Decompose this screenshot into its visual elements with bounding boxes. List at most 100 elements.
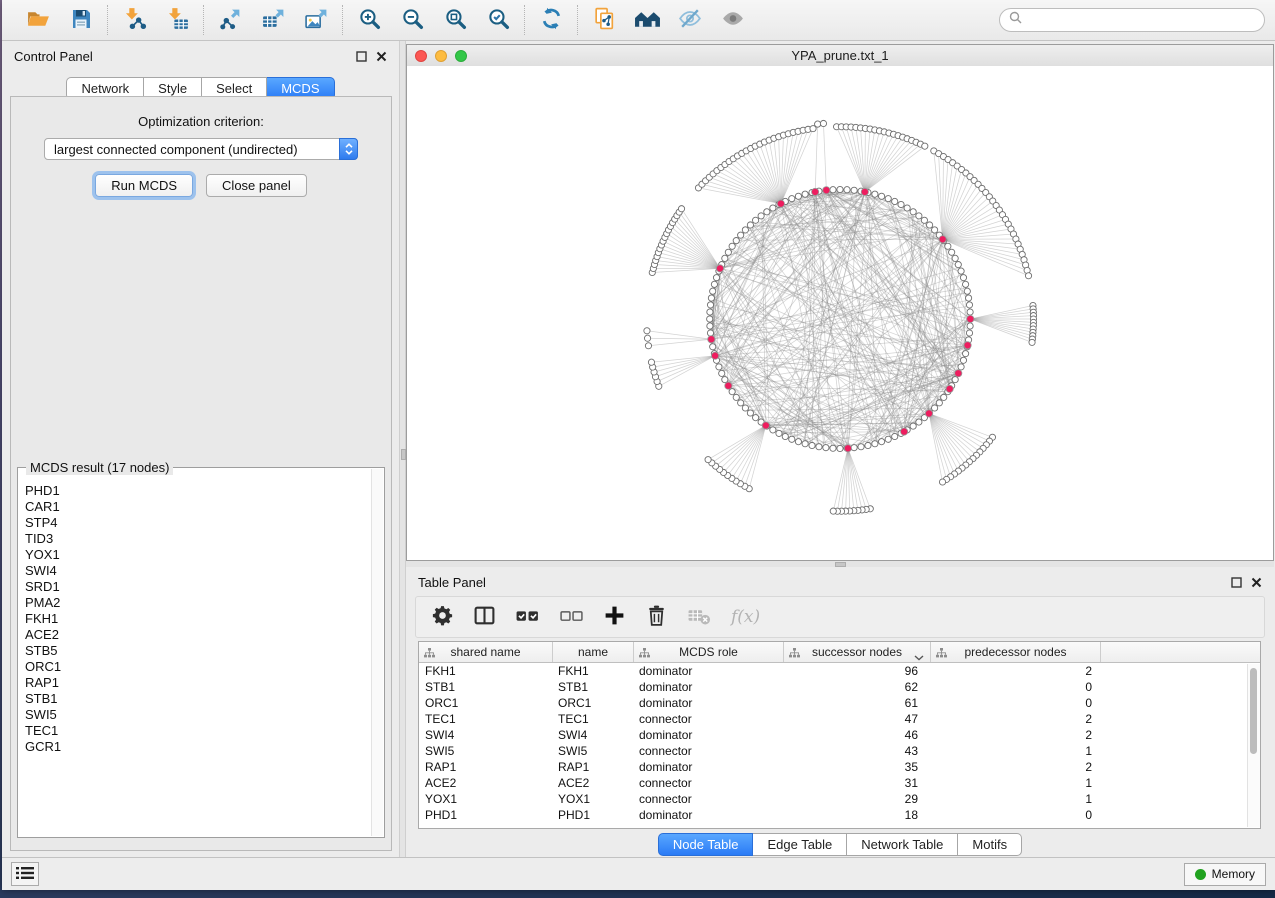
table-cell[interactable]: 2 [931,712,1101,726]
toggle-columns-button[interactable] [473,604,496,630]
mcds-list-scrollbar[interactable] [371,469,383,836]
dominator-node[interactable] [955,370,962,377]
table-cell[interactable]: SWI4 [553,728,634,742]
graph-node[interactable] [892,433,898,439]
mcds-result-item[interactable]: FKH1 [25,611,368,627]
float-table-panel-icon[interactable] [1231,577,1242,588]
table-cell[interactable]: 61 [784,696,931,710]
graph-node[interactable] [802,441,808,447]
table-row[interactable]: TEC1TEC1connector472 [419,711,1247,727]
graph-leaf-node[interactable] [1029,339,1035,345]
table-cell[interactable]: FKH1 [419,664,553,678]
table-cell[interactable]: 47 [784,712,931,726]
table-cell[interactable]: 18 [784,808,931,822]
table-cell[interactable]: SWI5 [419,744,553,758]
graph-node[interactable] [729,243,735,249]
mcds-result-item[interactable]: STB1 [25,691,368,707]
graph-node[interactable] [837,186,843,192]
graph-node[interactable] [916,419,922,425]
dominator-node[interactable] [725,382,732,389]
table-cell[interactable]: 2 [931,728,1101,742]
network-canvas[interactable] [407,66,1273,560]
graph-node[interactable] [711,281,717,287]
graph-node[interactable] [770,427,776,433]
tab-motifs[interactable]: Motifs [958,833,1022,856]
table-cell[interactable]: YOX1 [419,792,553,806]
graph-leaf-node[interactable] [815,121,821,127]
open-file-button[interactable] [23,5,53,35]
graph-node[interactable] [707,316,713,322]
table-row[interactable]: ORC1ORC1dominator610 [419,695,1247,711]
deselect-all-button[interactable] [559,604,584,630]
graph-node[interactable] [707,302,713,308]
table-cell[interactable]: PHD1 [553,808,634,822]
mcds-result-item[interactable]: SWI5 [25,707,368,723]
graph-leaf-node[interactable] [830,508,836,514]
close-window-button[interactable] [415,50,427,62]
first-neighbors-button[interactable] [632,5,662,35]
graph-node[interactable] [707,309,713,315]
table-cell[interactable]: dominator [634,808,784,822]
graph-node[interactable] [789,196,795,202]
graph-node[interactable] [904,205,910,211]
mcds-result-item[interactable]: YOX1 [25,547,368,563]
graph-node[interactable] [916,213,922,219]
graph-node[interactable] [844,187,850,193]
graph-leaf-node[interactable] [939,479,945,485]
select-all-button[interactable] [515,604,540,630]
graph-leaf-node[interactable] [922,143,928,149]
graph-node[interactable] [960,275,966,281]
graph-node[interactable] [733,238,739,244]
mcds-result-item[interactable]: RAP1 [25,675,368,691]
graph-node[interactable] [967,323,973,329]
graph-node[interactable] [752,217,758,223]
graph-node[interactable] [837,445,843,451]
zoom-selected-button[interactable] [483,5,513,35]
graph-node[interactable] [809,442,815,448]
table-row[interactable]: YOX1YOX1connector291 [419,791,1247,807]
close-table-panel-icon[interactable] [1251,577,1262,588]
graph-node[interactable] [858,444,864,450]
table-cell[interactable]: 62 [784,680,931,694]
graph-node[interactable] [795,439,801,445]
table-cell[interactable]: ORC1 [553,696,634,710]
dominator-node[interactable] [964,342,971,349]
graph-node[interactable] [764,209,770,215]
dominator-node[interactable] [777,200,784,207]
column-header-shared-name[interactable]: shared name [419,642,553,662]
table-cell[interactable]: dominator [634,680,784,694]
mcds-result-item[interactable]: PHD1 [25,483,368,499]
graph-node[interactable] [851,187,857,193]
graph-node[interactable] [742,227,748,233]
graph-node[interactable] [965,295,971,301]
graph-node[interactable] [878,439,884,445]
graph-node[interactable] [707,323,713,329]
table-cell[interactable]: PHD1 [419,808,553,822]
graph-node[interactable] [898,201,904,207]
graph-node[interactable] [830,187,836,193]
graph-leaf-node[interactable] [648,359,654,365]
graph-node[interactable] [716,364,722,370]
search-input[interactable] [1027,12,1255,28]
graph-node[interactable] [802,191,808,197]
import-network-button[interactable] [119,5,149,35]
table-cell[interactable]: 2 [931,760,1101,774]
graph-node[interactable] [733,394,739,400]
table-cell[interactable]: ACE2 [553,776,634,790]
graph-node[interactable] [936,400,942,406]
table-scrollbar[interactable] [1247,664,1260,827]
graph-node[interactable] [949,249,955,255]
dominator-node[interactable] [823,187,830,194]
graph-node[interactable] [752,415,758,421]
graph-node[interactable] [830,445,836,451]
mcds-result-item[interactable]: ACE2 [25,627,368,643]
graph-node[interactable] [945,243,951,249]
graph-node[interactable] [776,430,782,436]
graph-node[interactable] [872,191,878,197]
mcds-result-item[interactable]: SRD1 [25,579,368,595]
dominator-node[interactable] [925,410,932,417]
zoom-out-button[interactable] [397,5,427,35]
graph-node[interactable] [955,262,961,268]
graph-node[interactable] [713,275,719,281]
dominator-node[interactable] [712,352,719,359]
